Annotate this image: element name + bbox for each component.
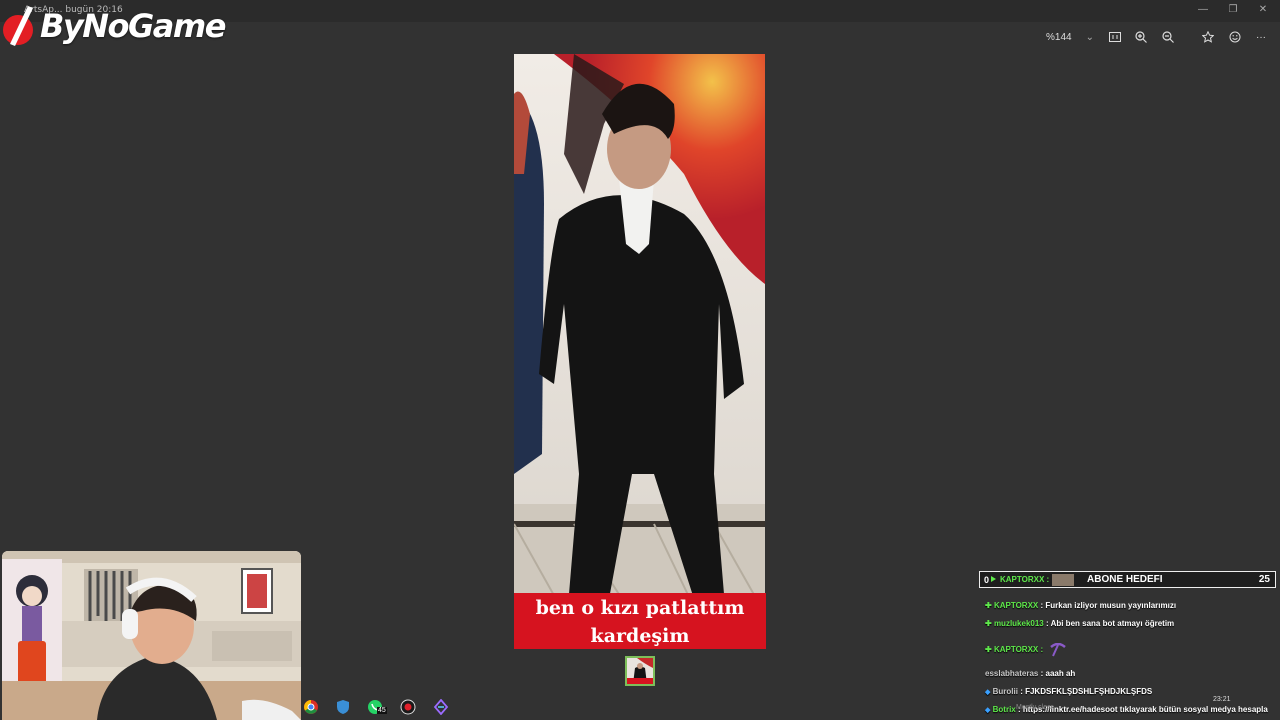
logo-mark-icon [3, 6, 33, 46]
defender-icon[interactable] [335, 699, 353, 715]
favorite-icon[interactable] [1199, 28, 1217, 46]
chat-text: : FJKDSFKLŞDSHLFŞHDJKLŞFDS [1020, 687, 1153, 696]
goal-prefix: 0 [984, 575, 990, 585]
chat-badge-icon: ✚ [985, 619, 992, 628]
avatar [1052, 574, 1074, 586]
goal-label: ABONE HEDEFI [1087, 574, 1163, 585]
zoom-out-icon[interactable] [1159, 28, 1177, 46]
chat-username: muzlukek013 [993, 619, 1044, 628]
chat-text: : Furkan izliyor musun yayınlarımızı [1040, 601, 1177, 610]
goal-user: KAPTORXX : [1000, 575, 1050, 584]
chat-username: KAPTORXX [993, 601, 1039, 610]
chat-text: : aaah ah [1040, 669, 1076, 678]
chat-badge-icon: ✚ [985, 645, 992, 655]
webcam-overlay [2, 551, 301, 720]
chat-username: esslabhateras [985, 669, 1039, 678]
chat-message: ✚ KAPTORXX : Furkan izliyor musun yayınl… [985, 601, 1176, 610]
zoom-level-dropdown[interactable]: %144 ⌄ [1046, 26, 1094, 48]
chat-badge-icon: ◆ [985, 707, 991, 714]
displayed-photo [514, 54, 765, 649]
goal-count: 25 [1258, 574, 1270, 585]
actual-size-icon[interactable] [1106, 28, 1124, 46]
more-icon[interactable]: ··· [1252, 28, 1270, 46]
pickaxe-emote-icon [1050, 642, 1067, 657]
close-button[interactable]: ✕ [1254, 3, 1272, 17]
zoom-level-value: %144 [1046, 31, 1072, 43]
caption-line-1: ben o kızı patlattım [535, 597, 745, 619]
chat-badge-icon: ◆ [985, 689, 991, 696]
chat-message: ✚ KAPTORXX : [985, 642, 1067, 657]
whatsapp-badge: 45 [377, 707, 387, 714]
chat-username: Botrix [992, 705, 1016, 714]
bynogame-logo: ByNoGame [2, 4, 226, 48]
caption-line-2: kardeşim [590, 625, 690, 647]
webcam-feed [2, 551, 301, 720]
filmstrip-thumbnail[interactable] [625, 656, 655, 686]
emoji-icon[interactable] [1226, 28, 1244, 46]
minimize-button[interactable]: — [1194, 3, 1212, 17]
chat-username: KAPTORXX : [993, 645, 1044, 655]
play-icon [991, 576, 996, 582]
chrome-icon[interactable] [303, 699, 321, 715]
chat-text: : Abi ben sana bot atmayı öğretim [1045, 619, 1175, 628]
chat-username: Burolii [992, 687, 1018, 696]
chat-message: ◆ Burolii : FJKDSFKLŞDSHLFŞHDJKLŞFDS [985, 687, 1152, 696]
weather-text: Mostly clear [1016, 704, 1054, 711]
zoom-in-icon[interactable] [1132, 28, 1150, 46]
whatsapp-icon[interactable]: 45 [367, 699, 387, 715]
subscriber-goal-bar: 0 KAPTORXX : ABONE HEDEFI 25 [979, 571, 1276, 588]
chat-message: esslabhateras : aaah ah [985, 669, 1075, 678]
photo-illustration [514, 54, 765, 649]
chat-text: : https://linktr.ee/hadesoot tıklayarak … [1017, 705, 1268, 714]
chat-badge-icon: ✚ [985, 601, 992, 610]
recording-app-icon[interactable] [400, 699, 418, 715]
photo-caption: ben o kızı patlattım kardeşim [514, 593, 766, 649]
taskbar-clock: 23:21 [1213, 696, 1231, 703]
streaming-app-icon[interactable] [433, 698, 451, 716]
chevron-down-icon: ⌄ [1085, 31, 1094, 43]
restore-button[interactable]: ❐ [1224, 3, 1242, 17]
chat-message: ✚ muzlukek013 : Abi ben sana bot atmayı … [985, 619, 1174, 628]
logo-text: ByNoGame [40, 7, 226, 45]
